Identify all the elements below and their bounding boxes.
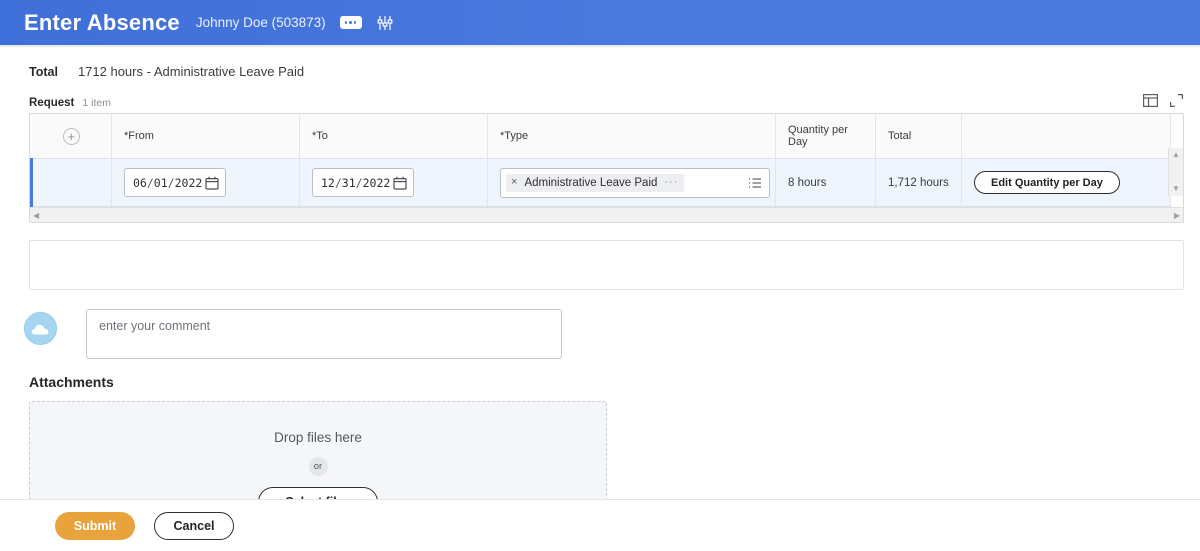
to-date-value: 12/31/2022	[321, 175, 391, 190]
request-table: + *From *To *Type Quantity per Day Total	[30, 114, 1171, 207]
column-header-type: *Type	[487, 114, 776, 159]
comment-input[interactable]	[86, 309, 562, 359]
sliders-icon	[377, 15, 393, 30]
add-row-button[interactable]: +	[62, 127, 80, 145]
column-header-from: *From	[111, 114, 300, 159]
cloud-avatar-icon	[31, 324, 49, 335]
calendar-icon	[205, 176, 219, 190]
column-header-total: Total	[875, 114, 962, 159]
total-summary: Total 1712 hours - Administrative Leave …	[0, 47, 1200, 79]
grid-title: Request	[29, 97, 75, 109]
grid-toolbar	[1143, 93, 1184, 108]
remove-icon[interactable]: ×	[511, 177, 517, 188]
list-menu-icon[interactable]	[748, 176, 762, 190]
request-grid: + *From *To *Type Quantity per Day Total	[29, 113, 1184, 223]
grid-horizontal-scrollbar[interactable]: ◀ ▶	[30, 207, 1183, 222]
cell-from: 06/01/2022	[111, 158, 300, 207]
scroll-right-icon[interactable]: ▶	[1174, 211, 1180, 220]
row-selection-marker[interactable]	[30, 158, 112, 207]
from-date-value: 06/01/2022	[133, 175, 203, 190]
column-header-actions	[961, 114, 1171, 159]
table-header-row: + *From *To *Type Quantity per Day Total	[31, 114, 1171, 159]
from-date-input[interactable]: 06/01/2022	[124, 168, 226, 197]
grid-vertical-scrollbar[interactable]: ▲ ▼	[1168, 148, 1183, 196]
footer-bar: Submit Cancel	[0, 499, 1200, 551]
avatar	[24, 312, 57, 345]
submit-button[interactable]: Submit	[55, 511, 135, 540]
table-layout-button[interactable]	[1143, 93, 1159, 108]
more-horizontal-icon	[339, 16, 362, 29]
total-label: Total	[29, 65, 58, 79]
header-settings-button[interactable]	[376, 12, 394, 34]
calendar-icon	[393, 176, 407, 190]
drop-files-label: Drop files here	[274, 430, 362, 445]
header-subject: Johnny Doe (503873)	[195, 14, 326, 30]
attachments-title: Attachments	[29, 374, 114, 390]
grid-item-count: 1 item	[82, 97, 111, 109]
cell-type: × Administrative Leave Paid ···	[487, 158, 776, 207]
type-selected-label: Administrative Leave Paid	[524, 176, 658, 189]
expand-fullscreen-button[interactable]	[1169, 93, 1184, 108]
cell-total: 1,712 hours	[875, 158, 962, 207]
scroll-down-icon[interactable]: ▼	[1172, 185, 1180, 193]
table-layout-icon	[1143, 94, 1159, 108]
expand-fullscreen-icon	[1169, 93, 1184, 108]
cell-quantity-per-day: 8 hours	[775, 158, 876, 207]
column-header-add: +	[31, 114, 112, 159]
page-title: Enter Absence	[24, 9, 180, 35]
comment-section	[0, 290, 1200, 359]
cell-actions: Edit Quantity per Day	[961, 158, 1171, 207]
type-selected-pill[interactable]: × Administrative Leave Paid ···	[506, 173, 685, 192]
related-actions-icon[interactable]: ···	[664, 177, 678, 188]
total-value: 1712 hours - Administrative Leave Paid	[77, 64, 305, 79]
or-badge: or	[308, 457, 328, 476]
table-row[interactable]: 06/01/2022 12/31/2022 × Administrative L…	[30, 158, 1171, 207]
cell-to: 12/31/2022	[299, 158, 488, 207]
empty-panel	[29, 240, 1184, 290]
type-multiselect[interactable]: × Administrative Leave Paid ···	[500, 167, 770, 198]
scroll-left-icon[interactable]: ◀	[33, 211, 39, 220]
header-more-button[interactable]	[339, 12, 362, 34]
scroll-up-icon[interactable]: ▲	[1172, 151, 1180, 159]
app-header: Enter Absence Johnny Doe (503873)	[0, 0, 1200, 45]
cancel-button[interactable]: Cancel	[154, 511, 234, 540]
column-header-to: *To	[299, 114, 488, 159]
edit-quantity-per-day-button[interactable]: Edit Quantity per Day	[974, 171, 1120, 194]
to-date-input[interactable]: 12/31/2022	[312, 168, 414, 197]
request-section: Request 1 item + *From *To *Type Quantit…	[0, 79, 1200, 223]
column-header-quantity-per-day: Quantity per Day	[775, 114, 876, 159]
grid-caption: Request 1 item	[29, 97, 1184, 109]
